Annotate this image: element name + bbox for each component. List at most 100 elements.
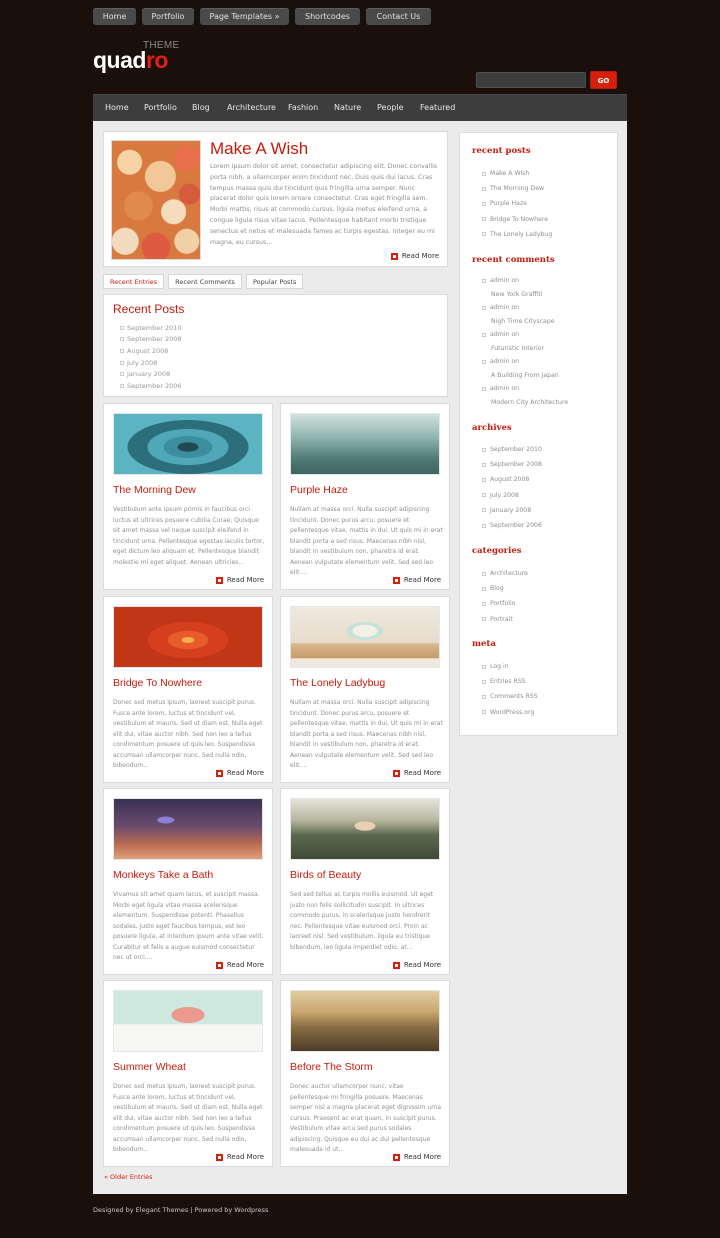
page: Home Portfolio Page Templates » Shortcod… bbox=[0, 0, 720, 1238]
list-item[interactable]: July 2008 bbox=[482, 488, 542, 503]
top-nav-shortcodes[interactable]: Shortcodes bbox=[295, 8, 360, 25]
read-more-link[interactable]: Read More bbox=[215, 1153, 264, 1161]
list-item[interactable]: September 2008 bbox=[482, 457, 542, 472]
post-thumbnail[interactable] bbox=[113, 798, 263, 860]
post-title[interactable]: The Morning Dew bbox=[113, 484, 196, 496]
main-nav-home[interactable]: Home bbox=[105, 95, 129, 122]
comment-post-link[interactable]: Nigh Time Cityscape bbox=[482, 315, 568, 329]
list-item[interactable]: Portfolio bbox=[482, 596, 528, 611]
older-entries-link[interactable]: « Older Entries bbox=[104, 1173, 152, 1181]
list-item[interactable]: Make A Wish bbox=[482, 166, 552, 181]
main-nav-people[interactable]: People bbox=[377, 95, 404, 122]
comment-post-link[interactable]: New York Graffiti bbox=[482, 288, 568, 302]
featured-thumbnail-roses[interactable] bbox=[111, 140, 201, 260]
footer-credits: Designed by Elegant Themes | Powered by … bbox=[93, 1206, 269, 1214]
tab-recent-entries[interactable]: Recent Entries bbox=[103, 274, 165, 289]
read-more-link[interactable]: Read More bbox=[215, 961, 264, 969]
list-item[interactable]: September 2006 bbox=[482, 518, 542, 533]
top-nav-contact-us[interactable]: Contact Us bbox=[366, 8, 431, 25]
read-more-label: Read More bbox=[226, 1153, 264, 1161]
bullet-icon bbox=[482, 710, 486, 715]
list-item[interactable]: September 2006 bbox=[120, 380, 182, 392]
list-item[interactable]: September 2008 bbox=[120, 334, 182, 346]
bullet-icon bbox=[482, 278, 486, 283]
list-item[interactable]: The Morning Dew bbox=[482, 181, 552, 196]
top-nav-home[interactable]: Home bbox=[93, 8, 136, 25]
read-more-label: Read More bbox=[401, 252, 439, 260]
read-more-icon bbox=[392, 961, 400, 969]
post-thumbnail[interactable] bbox=[290, 413, 440, 475]
post-title[interactable]: Before The Storm bbox=[290, 1061, 373, 1073]
list-item[interactable]: Entries RSS bbox=[482, 674, 538, 689]
post-card: Birds of Beauty Sed sed tellus ac turpis… bbox=[280, 788, 450, 975]
post-thumbnail[interactable] bbox=[113, 413, 263, 475]
main-nav-nature[interactable]: Nature bbox=[334, 95, 361, 122]
tab-recent-comments[interactable]: Recent Comments bbox=[168, 274, 242, 289]
main-nav-blog[interactable]: Blog bbox=[192, 95, 210, 122]
list-item[interactable]: Architecture bbox=[482, 566, 528, 581]
read-more-link[interactable]: Read More bbox=[392, 576, 441, 584]
bullet-icon bbox=[482, 679, 486, 684]
featured-title[interactable]: Make A Wish bbox=[210, 139, 308, 159]
read-more-link[interactable]: Read More bbox=[215, 576, 264, 584]
list-item[interactable]: September 2010 bbox=[120, 322, 182, 334]
list-item-label: Bridge To Nowhere bbox=[490, 215, 549, 223]
post-thumbnail[interactable] bbox=[113, 990, 263, 1052]
list-item-label: January 2008 bbox=[127, 370, 171, 379]
list-item[interactable]: Purple Haze bbox=[482, 196, 552, 211]
list-item-label: admin on bbox=[490, 385, 520, 393]
read-more-link[interactable]: Read More bbox=[392, 769, 441, 777]
main-nav-architecture[interactable]: Architecture bbox=[227, 95, 276, 122]
post-title[interactable]: Monkeys Take a Bath bbox=[113, 869, 213, 881]
post-title[interactable]: Birds of Beauty bbox=[290, 869, 361, 881]
main-nav-portfolio[interactable]: Portfolio bbox=[144, 95, 177, 122]
bullet-icon bbox=[482, 601, 486, 606]
search-input[interactable] bbox=[476, 72, 586, 88]
list-item[interactable]: Portrait bbox=[482, 612, 528, 627]
post-title[interactable]: Summer Wheat bbox=[113, 1061, 186, 1073]
list-item[interactable]: September 2010 bbox=[482, 442, 542, 457]
read-more-link[interactable]: Read More bbox=[392, 1153, 441, 1161]
list-item-label: WordPress.org bbox=[490, 708, 535, 716]
bullet-icon bbox=[482, 201, 486, 206]
list-item-label: September 2008 bbox=[490, 461, 542, 469]
featured-read-more[interactable]: Read More bbox=[390, 252, 439, 260]
post-thumbnail[interactable] bbox=[290, 990, 440, 1052]
post-thumbnail[interactable] bbox=[290, 606, 440, 668]
list-item[interactable]: August 2008 bbox=[482, 472, 542, 487]
list-item[interactable]: Bridge To Nowhere bbox=[482, 212, 552, 227]
post-title[interactable]: The Lonely Ladybug bbox=[290, 677, 385, 689]
logo-wordmark: quadro bbox=[93, 47, 168, 74]
list-item[interactable]: January 2008 bbox=[120, 368, 182, 380]
main-nav-featured[interactable]: Featured bbox=[420, 95, 455, 122]
comment-post-link[interactable]: Modern City Architecture bbox=[482, 396, 568, 410]
list-item-label: admin on bbox=[490, 304, 520, 312]
main-nav-fashion[interactable]: Fashion bbox=[288, 95, 318, 122]
search-go-button[interactable]: GO bbox=[590, 71, 617, 89]
top-nav-page-templates[interactable]: Page Templates » bbox=[200, 8, 289, 25]
list-item-label: August 2008 bbox=[490, 476, 530, 484]
list-item[interactable]: Comments RSS bbox=[482, 689, 538, 704]
tab-popular-posts[interactable]: Popular Posts bbox=[245, 274, 304, 289]
list-item[interactable]: WordPress.org bbox=[482, 705, 538, 720]
list-item[interactable]: Blog bbox=[482, 581, 528, 596]
comment-post-link[interactable]: Futuristic Interior bbox=[482, 342, 568, 356]
list-item[interactable]: July 2008 bbox=[120, 357, 182, 369]
post-thumbnail[interactable] bbox=[113, 606, 263, 668]
post-thumbnail[interactable] bbox=[290, 798, 440, 860]
sidebar-heading-recent-comments: recent comments bbox=[472, 255, 555, 265]
post-title[interactable]: Bridge To Nowhere bbox=[113, 677, 202, 689]
read-more-link[interactable]: Read More bbox=[215, 769, 264, 777]
read-more-link[interactable]: Read More bbox=[392, 961, 441, 969]
post-title[interactable]: Purple Haze bbox=[290, 484, 348, 496]
top-nav-portfolio[interactable]: Portfolio bbox=[142, 8, 194, 25]
list-item[interactable]: Log in bbox=[482, 659, 538, 674]
list-item[interactable]: The Lonely Ladybug bbox=[482, 227, 552, 242]
list-item[interactable]: August 2008 bbox=[120, 345, 182, 357]
comment-post-link[interactable]: A Building From Japan bbox=[482, 369, 568, 383]
list-item[interactable]: January 2008 bbox=[482, 503, 542, 518]
logo-word-red: ro bbox=[145, 47, 169, 73]
list-item-label: admin on bbox=[490, 277, 520, 285]
sidebar-heading-recent-posts: recent posts bbox=[472, 146, 531, 156]
post-excerpt: Nullam at massa orci. Nulla suscipit adi… bbox=[290, 699, 443, 769]
